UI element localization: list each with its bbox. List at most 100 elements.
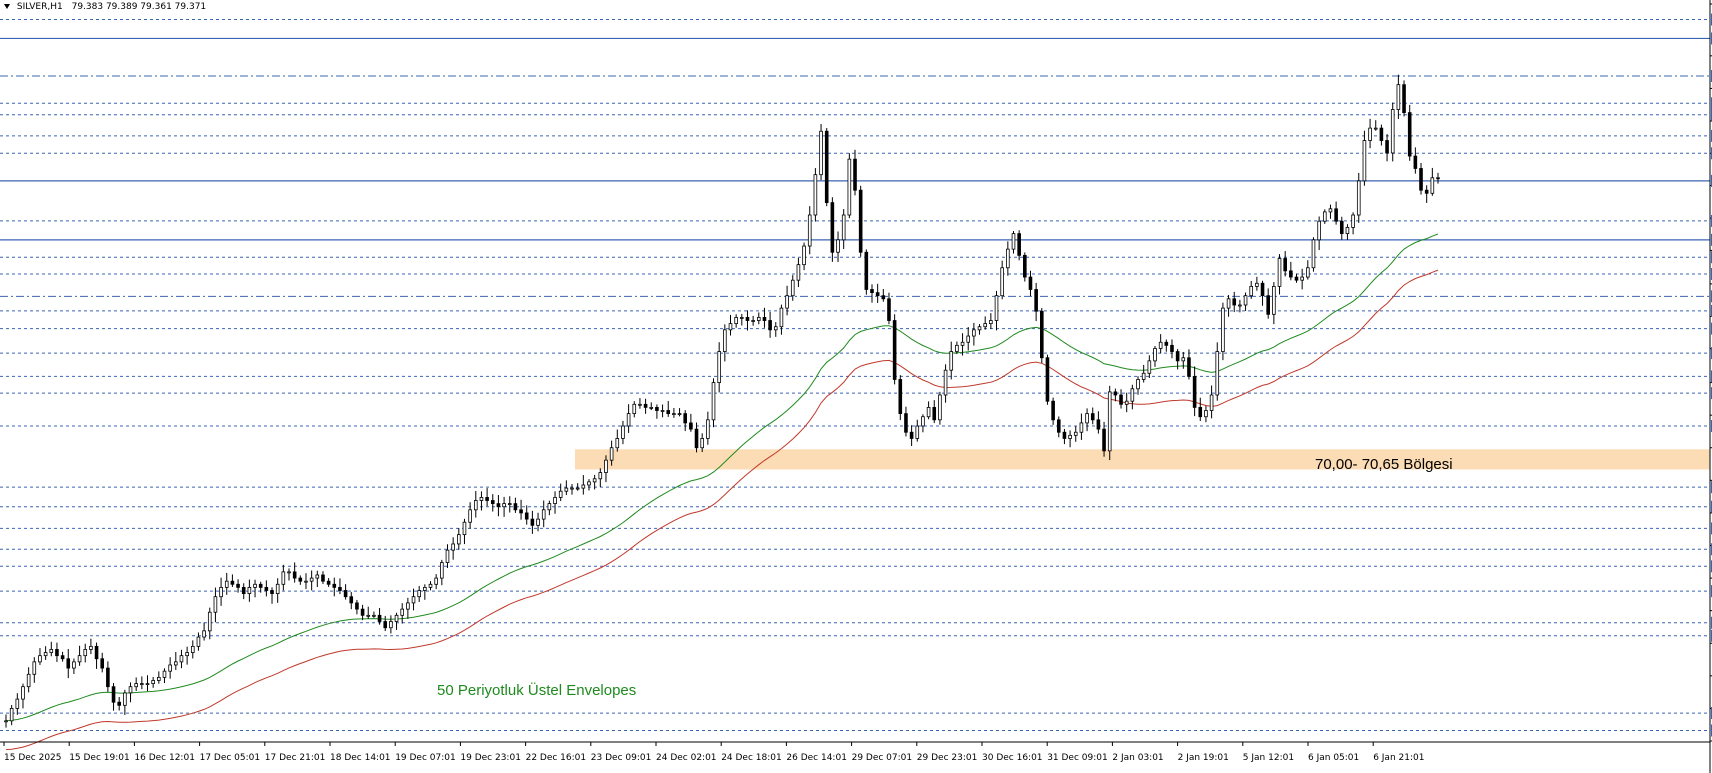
x-tick-label: 30 Dec 16:01 — [982, 753, 1043, 763]
candle-body — [587, 481, 591, 486]
dropdown-triangle-icon[interactable] — [4, 4, 10, 9]
candle-body — [55, 649, 59, 657]
candle-body — [372, 614, 376, 617]
candle-body — [292, 571, 297, 579]
candle-body — [1028, 276, 1033, 290]
candle-body — [592, 478, 597, 483]
candle-body — [106, 667, 110, 688]
candle-body — [1436, 177, 1440, 180]
candle-body — [185, 652, 189, 657]
candle-body — [779, 307, 784, 328]
candle-body — [207, 611, 212, 632]
candle-body — [1147, 360, 1152, 374]
x-tick-label: 18 Dec 14:01 — [330, 753, 391, 763]
candle-body — [89, 645, 93, 650]
candle-body — [1102, 428, 1106, 452]
candle-body — [1107, 391, 1112, 452]
candle-body — [898, 379, 903, 415]
candle-body — [541, 509, 546, 520]
candle-body — [1249, 285, 1254, 297]
candle-body — [892, 320, 897, 380]
candle-body — [881, 295, 886, 300]
candle-body — [853, 158, 857, 191]
candle-body — [77, 655, 82, 663]
candle-body — [655, 407, 659, 411]
candle-body — [241, 586, 246, 594]
candle-body — [451, 543, 455, 551]
candle-body — [485, 497, 489, 501]
candle-body — [875, 292, 880, 297]
candle-body — [836, 239, 840, 253]
candle-body — [43, 652, 48, 657]
candle-body — [1045, 357, 1050, 402]
candle-body — [224, 580, 229, 588]
candle-body — [151, 680, 155, 684]
candle-body — [440, 562, 444, 579]
candle-body — [1226, 298, 1231, 309]
candle-body — [711, 382, 716, 421]
candle-body — [989, 320, 993, 325]
candle-body — [609, 447, 614, 461]
candle-body — [768, 320, 772, 331]
chart-header: SILVER,H1 79.383 79.389 79.361 79.371 — [4, 2, 206, 12]
candle-body — [162, 670, 167, 678]
candle-body — [1023, 254, 1027, 278]
price-chart: 85.0083.3382.2881.2380.1979.1578.1077.06… — [0, 0, 1712, 773]
candle-body — [909, 431, 914, 439]
candle-body — [1272, 285, 1276, 315]
candle-body — [111, 686, 116, 703]
candle-body — [672, 413, 676, 416]
candle-body — [972, 329, 976, 337]
candle-body — [60, 655, 65, 660]
candle-body — [519, 509, 523, 514]
candle-body — [621, 425, 625, 439]
candle-body — [870, 289, 874, 293]
candle-body — [1373, 127, 1378, 130]
candle-body — [1283, 258, 1287, 272]
candle-body — [202, 630, 206, 638]
candle-body — [15, 698, 20, 709]
candle-body — [38, 655, 42, 663]
candle-body — [1187, 357, 1191, 377]
candle-body — [1407, 112, 1412, 157]
x-tick-label: 19 Dec 23:01 — [460, 753, 521, 763]
x-tick-label: 24 Dec 18:01 — [721, 753, 782, 763]
candle-body — [802, 245, 806, 266]
candle-body — [706, 419, 710, 439]
candle-body — [434, 577, 438, 585]
candle-body — [1011, 233, 1016, 250]
candle-body — [1385, 140, 1389, 154]
candle-body — [1260, 282, 1265, 297]
candle-body — [1317, 220, 1321, 241]
candle-body — [983, 323, 987, 328]
candle-body — [1334, 208, 1338, 222]
candle-body — [275, 583, 280, 595]
candle-body — [626, 413, 631, 427]
candle-body — [445, 549, 450, 563]
candle-body — [1192, 375, 1197, 408]
candle-body — [502, 503, 506, 508]
candle-body — [847, 158, 852, 216]
candle-body — [615, 438, 620, 449]
candle-body — [1141, 372, 1146, 380]
candle-body — [700, 438, 704, 449]
candle-body — [1266, 295, 1270, 315]
candle-body — [830, 202, 835, 253]
candle-body — [1209, 394, 1214, 411]
candle-body — [1368, 127, 1372, 141]
candle-body — [1356, 180, 1361, 216]
x-tick-label: 17 Dec 21:01 — [265, 753, 326, 763]
candle-body — [819, 130, 823, 176]
candle-body — [468, 509, 472, 523]
candle-body — [904, 413, 908, 433]
candle-body — [117, 701, 122, 706]
candle-body — [219, 586, 223, 598]
candle-body — [287, 571, 291, 574]
indicator-label: 50 Periyotluk Üstel Envelopes — [437, 681, 636, 699]
candle-body — [1153, 348, 1157, 362]
candle-body — [179, 655, 184, 663]
candle-body — [887, 298, 891, 321]
candle-body — [479, 497, 484, 501]
x-tick-label: 2 Jan 03:01 — [1112, 753, 1163, 763]
x-tick-label: 5 Jan 12:01 — [1243, 753, 1294, 763]
